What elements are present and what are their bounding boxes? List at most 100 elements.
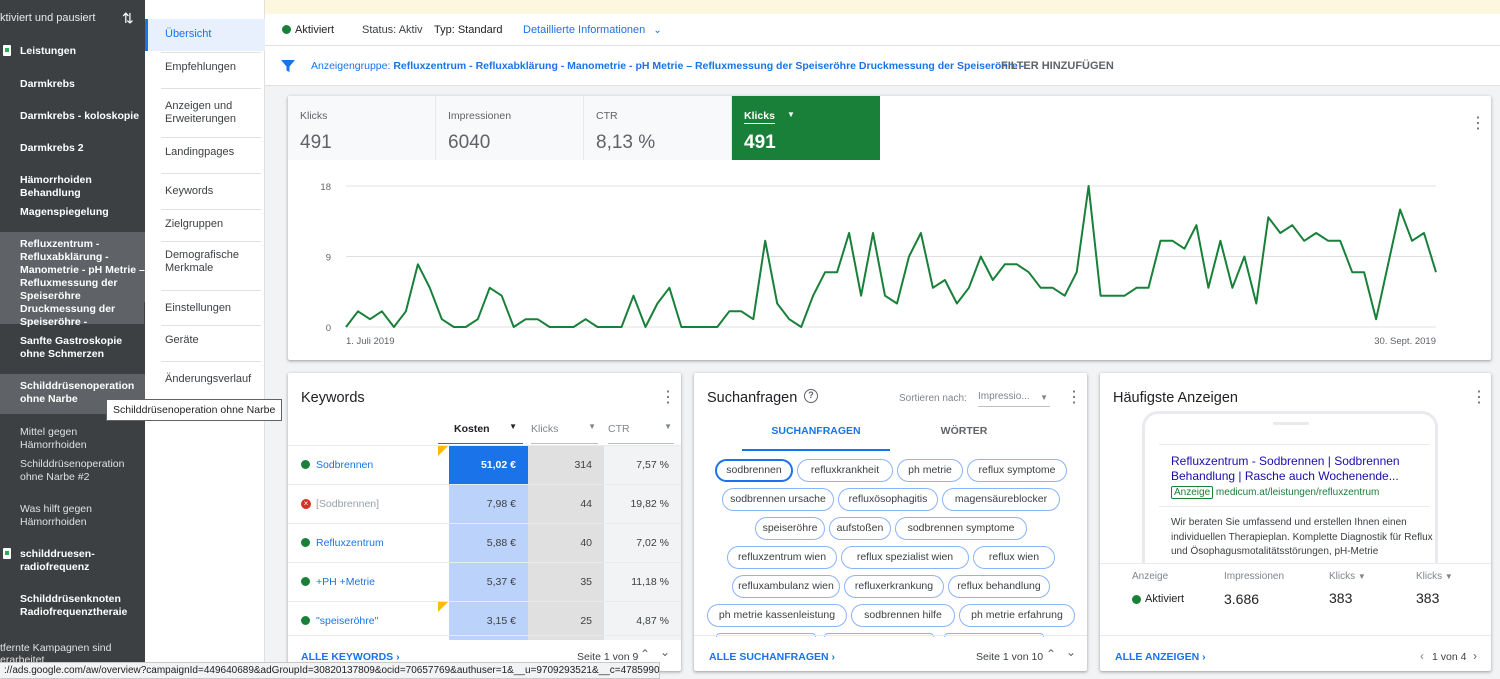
search-term-chip[interactable]: aufstoßen (829, 517, 891, 540)
filter-icon[interactable] (280, 59, 296, 73)
search-term-chip[interactable]: reflux symptome (967, 459, 1067, 482)
sort-arrows-icon[interactable]: ⇅ (122, 10, 134, 27)
more-vert-icon[interactable]: ⋮ (1066, 390, 1082, 406)
nav-item[interactable]: Geräte (145, 334, 265, 348)
search-term-chip[interactable]: sodbrennen ursache (722, 488, 834, 511)
nav-item[interactable]: Empfehlungen (145, 61, 265, 75)
search-term-chip[interactable]: refluxkrankheit (797, 459, 893, 482)
sidebar-item-adgroup[interactable]: Hämorrhoiden Behandlung (0, 174, 145, 199)
metric-value: 491 (300, 132, 332, 153)
next-page-icon[interactable]: › (1473, 649, 1477, 663)
nav-item[interactable]: Demografische Merkmale (145, 249, 265, 277)
keyword-link[interactable]: Sodbrennen (316, 459, 373, 471)
search-term-chip[interactable]: refluxerkrankung (844, 575, 944, 598)
nav-item[interactable]: Keywords (145, 185, 265, 199)
sort-desc-icon: ▼ (1357, 572, 1366, 581)
nav-item[interactable]: Übersicht (145, 19, 265, 51)
table-row[interactable]: × [Sodbrennen] 7,98 €44 19,82 % (288, 484, 681, 523)
search-term-chip[interactable]: refluxzentrum wien (727, 546, 837, 569)
search-term-chip[interactable]: sodbrennen (715, 459, 793, 482)
sidebar-item-adgroup[interactable]: Darmkrebs (0, 78, 145, 92)
sort-label: Sortieren nach: (899, 393, 967, 404)
sidebar-item-adgroup[interactable]: Refluxzentrum - Refluxabklärung - Manome… (0, 232, 145, 328)
more-vert-icon[interactable]: ⋮ (660, 390, 676, 406)
search-term-chip[interactable]: ph metrie kassenleistung (707, 604, 847, 627)
sidebar-item-adgroup[interactable]: Schilddrüsenoperation ohne Narbe #2 (0, 458, 145, 486)
nav-item-label: Änderungsverlauf (165, 373, 252, 385)
col-cost-header[interactable]: Kosten ▼ (438, 418, 523, 444)
ads-pager: 1 von 4 (1432, 651, 1467, 663)
sidebar-item-adgroup[interactable]: Magenspiegelung (0, 206, 145, 220)
nav-item-label: Empfehlungen (165, 61, 236, 73)
more-vert-icon[interactable]: ⋮ (1470, 116, 1486, 132)
details-link[interactable]: Detaillierte Informationen ⌄ (523, 24, 662, 36)
prev-page-icon[interactable]: ⌃ (640, 647, 650, 661)
search-term-chip[interactable]: reflux spezialist wien (841, 546, 969, 569)
search-term-chip[interactable]: magensäureblocker (942, 488, 1060, 511)
search-term-chip[interactable]: sodbrennen hilfe (851, 604, 955, 627)
table-row[interactable]: Refluxzentrum 5,88 €40 7,02 % (288, 523, 681, 562)
nav-item[interactable]: Landingpages (145, 146, 265, 160)
metric-tile[interactable]: Impressionen 6040 (436, 96, 584, 160)
all-ads-link[interactable]: ALLE ANZEIGEN › (1115, 651, 1206, 663)
tab-search-terms[interactable]: SUCHANFRAGEN (742, 425, 890, 451)
filter-chip[interactable]: Anzeigengruppe: Refluxzentrum - Refluxab… (311, 60, 1024, 72)
sidebar-header[interactable]: ktiviert und pausiert ⇅ (0, 10, 145, 34)
col-clicks-header[interactable]: Klicks ▼ (1329, 571, 1366, 582)
table-row[interactable]: Sodbrennen 51,02 €314 7,57 % (288, 445, 681, 484)
sort-select[interactable]: Impressio... ▼ (978, 391, 1050, 407)
col-ctr-header[interactable]: CTR ▼ (608, 418, 674, 444)
search-term-chip[interactable]: reflux wien (973, 546, 1055, 569)
sidebar-item-adgroup[interactable]: Sanfte Gastroskopie ohne Schmerzen (0, 335, 145, 363)
sidebar-item-adgroup[interactable]: Darmkrebs 2 (0, 142, 145, 156)
metric-tile[interactable]: Klicks 491 (288, 96, 436, 160)
col-clicks-header[interactable]: Klicks ▼ (1416, 571, 1453, 582)
prev-page-icon[interactable]: ‹ (1420, 649, 1424, 663)
search-term-chip[interactable]: reflux behandlung (948, 575, 1050, 598)
sidebar-item-adgroup[interactable]: Leistungen (0, 45, 145, 59)
search-term-chip[interactable]: ph metrie (897, 459, 963, 482)
nav-item[interactable]: Zielgruppen (145, 218, 265, 232)
nav-item[interactable]: Einstellungen (145, 302, 265, 316)
x-tick-label: 30. Sept. 2019 (1374, 336, 1436, 347)
sidebar-item-adgroup[interactable]: Was hilft gegen Hämorrhoiden (0, 503, 145, 531)
chevron-right-icon: › (831, 651, 836, 663)
divider (161, 241, 261, 242)
search-term-chip[interactable]: refluxambulanz wien (732, 575, 840, 598)
search-term-chip[interactable]: speiseröhre (755, 517, 825, 540)
sidebar-item-adgroup[interactable]: Darmkrebs - koloskopie (0, 110, 145, 124)
dropdown-icon: ▼ (588, 422, 596, 431)
nav-item[interactable]: Änderungsverlauf (145, 373, 265, 387)
search-term-chip[interactable]: ph metrie erfahrung (959, 604, 1075, 627)
sidebar-item-adgroup[interactable]: Mittel gegen Hämorrhoiden (0, 426, 145, 451)
sidebar-item-adgroup[interactable]: Schilddrüsenknoten Radiofrequenztheraie (0, 593, 145, 621)
search-term-chip[interactable]: refluxösophagitis (838, 488, 938, 511)
clicks-cell: 40 (528, 524, 604, 562)
all-search-terms-link[interactable]: ALLE SUCHANFRAGEN › (709, 651, 835, 663)
next-page-icon[interactable]: ⌄ (660, 645, 670, 659)
metric-tile[interactable]: Klicks ▼ 491 (732, 96, 880, 160)
keyword-link[interactable]: Refluxzentrum (316, 537, 384, 549)
prev-page-icon[interactable]: ⌃ (1046, 647, 1056, 661)
help-icon[interactable]: ? (804, 389, 818, 403)
nav-item[interactable]: Anzeigen und Erweiterungen (145, 100, 265, 128)
divider (161, 137, 261, 138)
more-vert-icon[interactable]: ⋮ (1471, 390, 1487, 406)
sidebar-item-adgroup[interactable]: schilddruesen-radiofrequenz (0, 548, 145, 576)
keyword-link[interactable]: +PH +Metrie (316, 576, 375, 588)
tab-words[interactable]: WÖRTER (890, 425, 1038, 451)
add-filter-button[interactable]: FILTER HINZUFÜGEN (1001, 60, 1114, 72)
keyword-link[interactable]: [Sodbrennen] (316, 498, 379, 510)
col-clicks-header[interactable]: Klicks ▼ (531, 418, 598, 444)
keyword-link[interactable]: "speiseröhre" (316, 615, 378, 627)
table-row[interactable]: +PH +Metrie 5,37 €35 11,18 % (288, 562, 681, 601)
ad-preview-phone[interactable]: Refluxzentrum - Sodbrennen | Sodbrennen … (1142, 411, 1438, 563)
search-term-chip[interactable]: sodbrennen symptome (895, 517, 1027, 540)
next-page-icon[interactable]: ⌄ (1066, 645, 1076, 659)
metric-tile[interactable]: CTR 8,13 % (584, 96, 732, 160)
dropdown-icon: ▼ (787, 110, 795, 119)
metric-value: 6040 (448, 132, 491, 153)
active-status-dot (301, 616, 310, 625)
removed-campaigns-note[interactable]: tfernte Kampagnen sind erarbeitet (0, 642, 112, 663)
divider (288, 635, 681, 636)
